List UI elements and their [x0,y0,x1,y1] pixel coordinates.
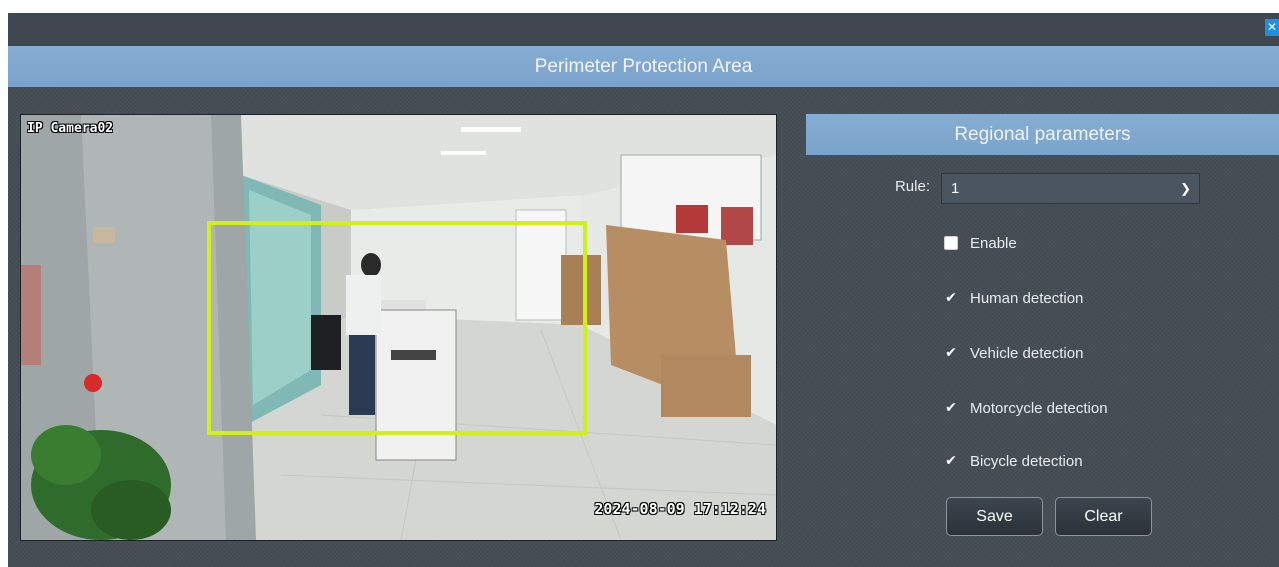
protection-region-rectangle[interactable] [207,221,587,435]
rule-select[interactable]: 1 ❯ [941,173,1200,204]
option-vehicle-detection[interactable]: ✔ Vehicle detection [944,343,1083,363]
rule-label: Rule: [894,178,930,195]
camera-timestamp: 2024-08-09 17:12:24 [594,500,766,518]
option-label: Human detection [970,289,1084,307]
option-bicycle-detection[interactable]: ✔ Bicycle detection [944,451,1083,471]
chevron-down-icon: ❯ [1180,181,1191,196]
vehicle-detection-checkbox[interactable]: ✔ [944,345,958,361]
camera-name: IP Camera02 [27,121,114,136]
save-button[interactable]: Save [946,497,1043,536]
option-label: Bicycle detection [970,452,1083,470]
option-motorcycle-detection[interactable]: ✔ Motorcycle detection [944,398,1108,418]
close-icon[interactable]: ✕ [1265,19,1279,36]
option-label: Enable [970,234,1017,252]
motorcycle-detection-checkbox[interactable]: ✔ [944,400,958,416]
option-human-detection[interactable]: ✔ Human detection [944,288,1083,308]
rule-select-value: 1 [951,180,960,197]
bicycle-detection-checkbox[interactable]: ✔ [944,453,958,469]
clear-button[interactable]: Clear [1055,497,1152,536]
perimeter-dialog: ✕ Perimeter Protection Area IP Camera02 … [8,13,1279,567]
panel-title: Regional parameters [806,114,1279,155]
camera-view[interactable]: IP Camera02 2024-08-09 17:12:24 [20,114,777,541]
option-label: Vehicle detection [970,344,1084,362]
option-enable[interactable]: Enable [944,233,1017,253]
dialog-topbar: ✕ [8,13,1279,46]
dialog-title: Perimeter Protection Area [8,46,1279,87]
human-detection-checkbox[interactable]: ✔ [944,290,958,306]
option-label: Motorcycle detection [970,399,1108,417]
enable-checkbox[interactable] [944,236,958,250]
